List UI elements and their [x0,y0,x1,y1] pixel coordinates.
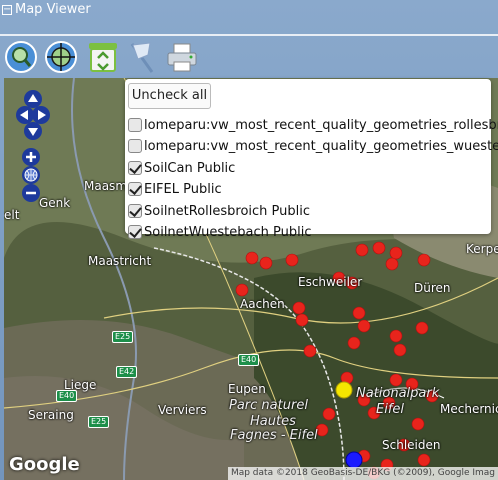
map-label-kerpe: Kerpe [466,242,498,256]
uncheck-all-button[interactable]: Uncheck all [128,83,211,109]
map-label-mechernich: Mechernich [440,402,498,416]
layer-item[interactable]: SoilCan Public [128,158,235,178]
map-label-maasm: Maasm [84,179,128,193]
map-label-seraing: Seraing [28,408,74,422]
pan-down-button[interactable] [24,122,42,140]
flag-icon[interactable] [126,40,160,74]
map-label-maastricht: Maastricht [88,254,152,268]
layer-checkbox[interactable] [128,225,142,239]
map-label-aachen: Aachen [240,297,285,311]
layer-checkbox[interactable] [128,139,142,153]
map-viewer-window: − Map Viewer Genk Maasm elt Maastricht K… [0,0,498,480]
road-badge-e42: E42 [116,366,138,378]
map-label-parc-line2: Hautes [250,414,296,429]
collapse-button[interactable]: − [2,5,12,15]
window-title: Map Viewer [15,2,91,17]
layer-label: lomeparu:vw_most_recent_quality_geometri… [144,138,498,154]
layer-item[interactable]: SoilnetRollesbroich Public [128,201,310,221]
layer-label: SoilnetWuestebach Public [144,224,312,240]
layer-item[interactable]: lomeparu:vw_most_recent_quality_geometri… [128,115,498,135]
layer-checkbox[interactable] [128,204,142,218]
layer-label: EIFEL Public [144,181,222,197]
map-label-eupen: Eupen [228,382,266,396]
title-bar: − Map Viewer [0,0,498,24]
zoom-search-icon[interactable] [4,40,38,74]
layer-label: SoilnetRollesbroich Public [144,203,311,219]
layer-item[interactable]: lomeparu:vw_most_recent_quality_geometri… [128,136,498,156]
layer-item[interactable]: EIFEL Public [128,179,222,199]
layer-checkbox[interactable] [128,118,142,132]
map-label-verviers: Verviers [158,403,207,417]
zoom-world-button[interactable] [22,166,40,184]
map-label-genk: Genk [39,196,71,210]
zoom-in-button[interactable] [22,148,40,166]
map-attribution[interactable]: Map data ©2018 GeoBasis-DE/BKG (©2009), … [227,467,498,480]
printer-icon[interactable] [165,40,199,74]
map-label-eschweiler: Eschweiler [298,275,363,289]
recycle-bin-icon[interactable] [86,40,120,74]
layer-item[interactable]: SoilnetWuestebach Public [128,222,311,242]
map-label-parc-line3: Fagnes - Eifel [230,428,318,443]
map-label-duren: Düren [414,281,451,295]
road-badge-e40: E40 [56,390,78,402]
layer-checkbox[interactable] [128,182,142,196]
map-label-schleiden: Schleiden [382,438,441,452]
layer-checkbox[interactable] [128,161,142,175]
layer-label: lomeparu:vw_most_recent_quality_geometri… [144,117,498,133]
layer-label: SoilCan Public [144,160,236,176]
layer-switcher-panel: Uncheck all lomeparu:vw_most_recent_qual… [125,79,498,240]
map-label-nationalpark: Nationalpark [356,386,440,401]
road-badge-e40: E40 [238,354,260,366]
google-logo: Google [9,454,80,475]
zoom-out-button[interactable] [22,184,40,202]
zoom-control [22,148,42,204]
map-label-eifel: Eifel [376,402,405,417]
pan-control [16,90,50,140]
title-divider [0,34,498,36]
toolbar [0,38,498,76]
road-badge-e25: E25 [112,331,134,343]
crosshair-icon[interactable] [44,40,78,74]
map-label-elt: elt [4,208,20,222]
road-badge-e25: E25 [88,416,110,428]
map-label-parc-line1: Parc naturel [229,398,308,413]
